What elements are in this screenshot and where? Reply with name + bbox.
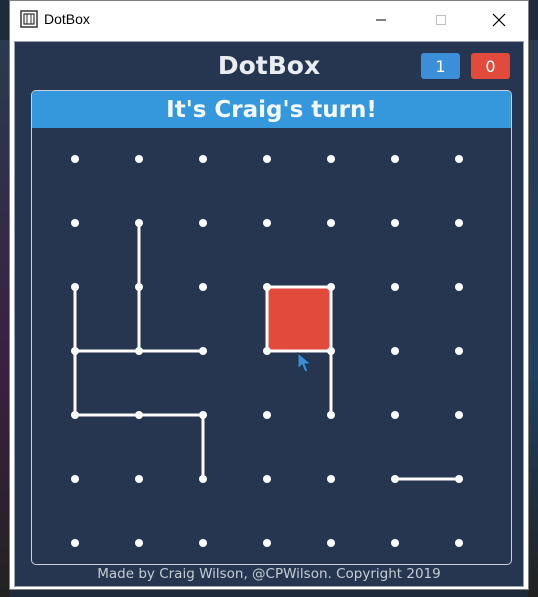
grid-dot[interactable] [135,539,143,547]
grid-dot[interactable] [263,155,271,163]
grid-dot[interactable] [327,347,335,355]
grid-dot[interactable] [263,539,271,547]
grid-dot[interactable] [135,411,143,419]
grid-dot[interactable] [391,219,399,227]
grid-dot[interactable] [455,475,463,483]
grid-dot[interactable] [327,155,335,163]
grid-dot[interactable] [455,539,463,547]
grid-dot[interactable] [327,411,335,419]
grid-dot[interactable] [263,411,271,419]
title-bar[interactable]: DotBox [10,1,528,39]
grid-dot[interactable] [199,347,207,355]
grid-dot[interactable] [455,411,463,419]
grid-dot[interactable] [71,411,79,419]
grid-dot[interactable] [391,347,399,355]
dotbox-app-icon [20,10,38,28]
footer-credit: Made by Craig Wilson, @CPWilson. Copyrig… [97,566,441,582]
background-right [528,40,538,597]
grid-dot[interactable] [455,283,463,291]
grid-dot[interactable] [263,283,271,291]
grid-dot[interactable] [199,411,207,419]
grid-dot[interactable] [135,475,143,483]
app-window: DotBox DotBox 1 0 It's Craig's turn! Mad… [9,0,529,590]
close-icon[interactable] [476,1,522,39]
claimed-box-red [267,287,331,351]
grid-dot[interactable] [71,283,79,291]
mouse-cursor-icon [297,352,313,373]
maximize-icon[interactable] [418,1,464,39]
grid-dot[interactable] [263,219,271,227]
grid-dot[interactable] [455,219,463,227]
grid-dot[interactable] [327,475,335,483]
grid-dot[interactable] [199,539,207,547]
game-client-area: DotBox 1 0 It's Craig's turn! Made by Cr… [14,41,524,587]
grid-dot[interactable] [199,475,207,483]
game-board: It's Craig's turn! [31,90,512,565]
grid-dot[interactable] [71,155,79,163]
grid-dot[interactable] [199,219,207,227]
grid-dot[interactable] [455,155,463,163]
grid-dot[interactable] [71,475,79,483]
grid-dot[interactable] [391,283,399,291]
grid-dot[interactable] [327,219,335,227]
grid-dot[interactable] [135,347,143,355]
grid-dot[interactable] [263,475,271,483]
grid-dot[interactable] [199,283,207,291]
grid-dot[interactable] [135,283,143,291]
grid-dot[interactable] [391,411,399,419]
grid-dot[interactable] [71,539,79,547]
grid-dot[interactable] [71,347,79,355]
grid-dot[interactable] [391,475,399,483]
window-title: DotBox [44,11,90,27]
grid-dot[interactable] [263,347,271,355]
grid-dot[interactable] [71,219,79,227]
grid-dot[interactable] [135,219,143,227]
grid-dot[interactable] [455,347,463,355]
grid-dot[interactable] [391,155,399,163]
dot-grid[interactable] [32,91,512,565]
grid-dot[interactable] [391,539,399,547]
minimize-icon[interactable] [358,1,404,39]
grid-dot[interactable] [135,155,143,163]
grid-dot[interactable] [327,283,335,291]
score-badge-blue: 1 [421,53,460,79]
grid-dot[interactable] [199,155,207,163]
score-badge-red: 0 [471,53,510,79]
grid-dot[interactable] [327,539,335,547]
